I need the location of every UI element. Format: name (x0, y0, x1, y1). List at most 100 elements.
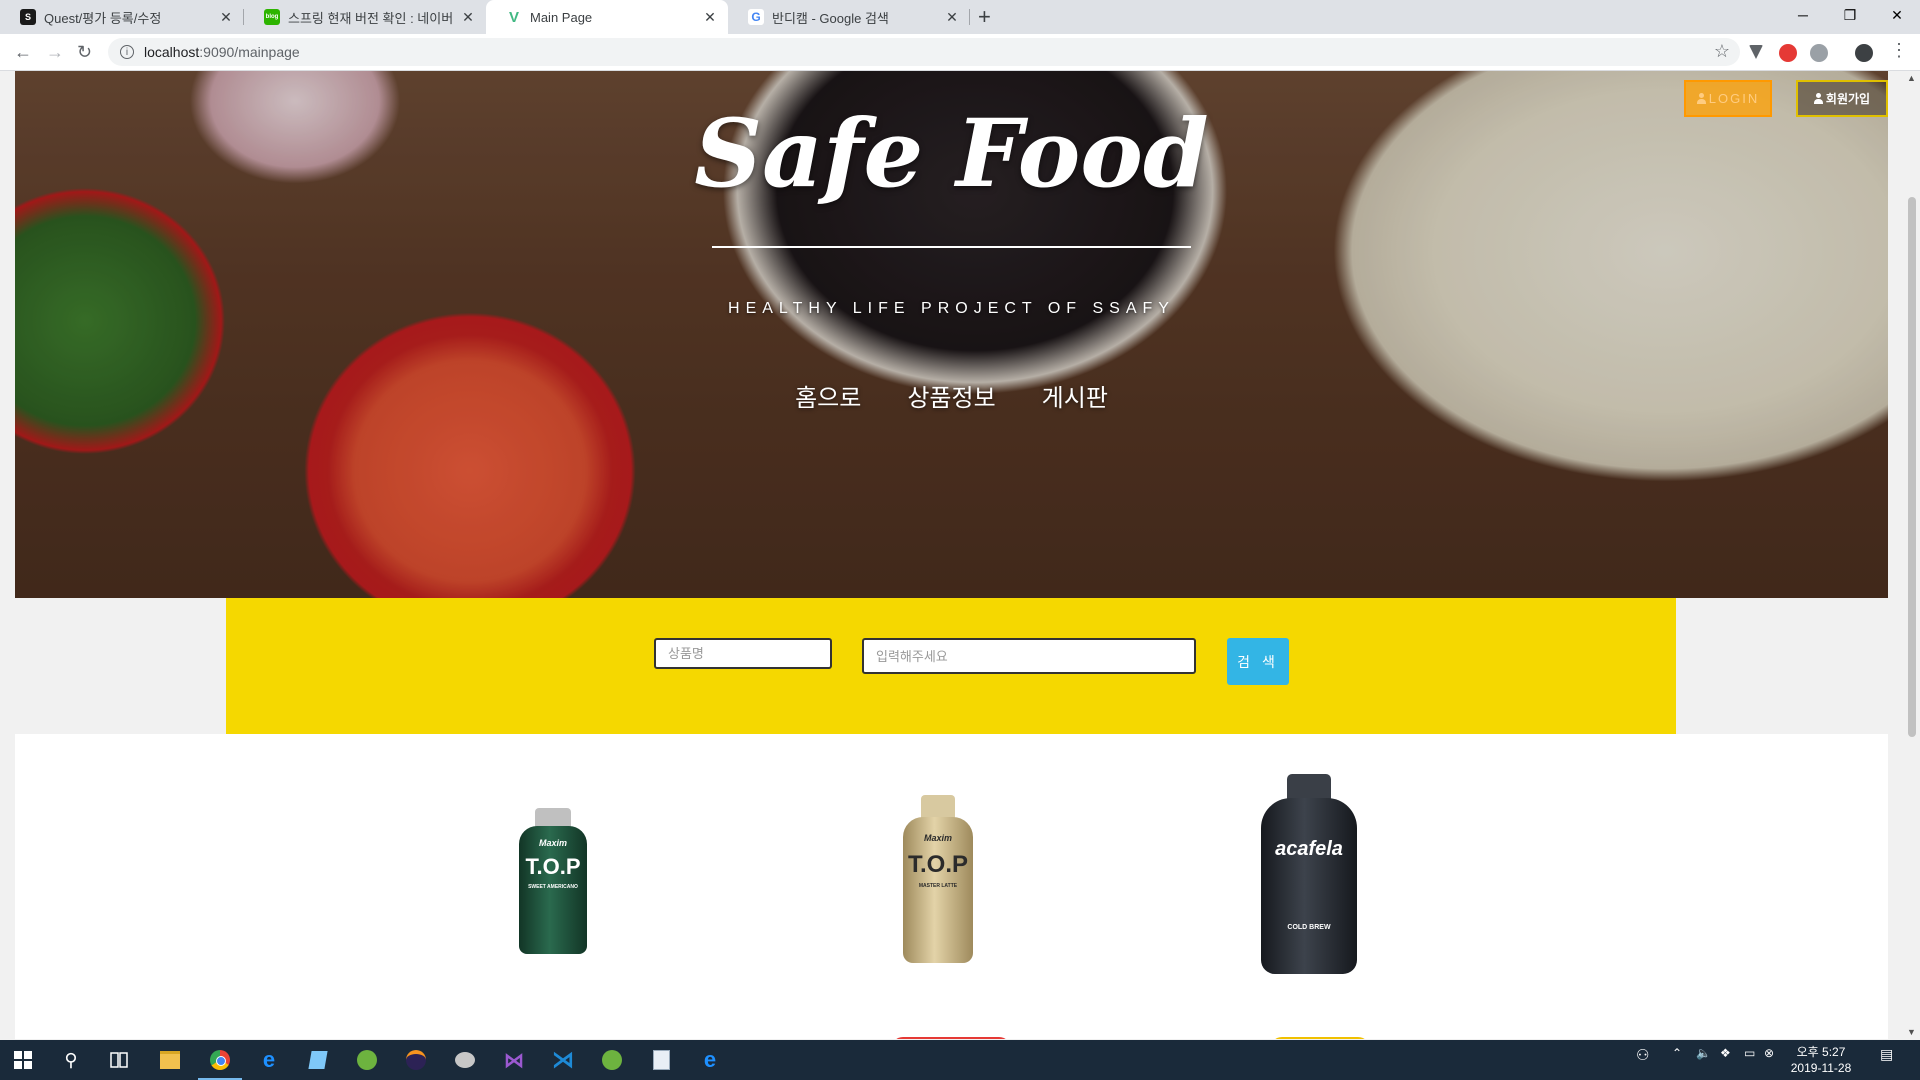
reload-icon[interactable]: ↻ (77, 42, 92, 63)
tab-title: Quest/평가 등록/수정 (44, 10, 162, 26)
product-brand: Maxim (923, 833, 952, 843)
title-divider (712, 246, 1191, 248)
new-tab-button[interactable]: + (978, 4, 991, 30)
chrome-icon[interactable] (205, 1045, 235, 1075)
bottle-cap (1287, 774, 1331, 800)
bottle-cap (921, 795, 955, 819)
user-icon (1813, 93, 1823, 104)
site-title: Safe Food (694, 99, 1209, 209)
product-list: Maxim T.O.P SWEET AMERICANO Maxim T.O.P … (15, 734, 1888, 1039)
paint-icon[interactable] (450, 1045, 480, 1075)
menu-item-board[interactable]: 게시판 (1042, 378, 1108, 413)
forward-arrow-icon[interactable]: → (46, 42, 64, 63)
volume-icon[interactable]: 🔈 (1696, 1046, 1711, 1060)
document-icon[interactable] (646, 1045, 676, 1075)
vue-devtools-icon[interactable] (1749, 45, 1763, 59)
notification-center-icon[interactable]: ▤ (1880, 1046, 1893, 1063)
network-icon[interactable]: ▭ (1744, 1046, 1755, 1060)
task-view-icon[interactable] (104, 1045, 134, 1075)
tab-title: 반디캠 - Google 검색 (772, 10, 889, 26)
login-label: LOGIN (1708, 91, 1760, 106)
scroll-up-arrow-icon[interactable]: ▲ (1907, 73, 1916, 83)
browser-tab-google-search[interactable]: G 반디캠 - Google 검색 ✕ (728, 0, 970, 34)
tab-title: 스프링 현재 버전 확인 : 네이버 (288, 10, 454, 26)
browser-menu-icon[interactable]: ⋮ (1890, 40, 1908, 61)
close-tab-icon[interactable]: ✕ (702, 9, 718, 26)
browser-tab-strip: S Quest/평가 등록/수정 ✕ blog 스프링 현재 버전 확인 : 네… (0, 0, 1920, 34)
scrollbar-thumb[interactable] (1908, 197, 1916, 737)
page-scrollbar[interactable]: ▲ ▼ (1904, 71, 1920, 1039)
product-variant: MASTER LATTE (918, 883, 958, 889)
extension-icon[interactable] (1810, 44, 1828, 62)
product-card[interactable]: Maxim T.O.P SWEET AMERICANO (517, 808, 589, 954)
tab-favicon-icon: S (20, 9, 36, 25)
status-icon[interactable]: ⊗ (1764, 1046, 1774, 1060)
address-bar[interactable]: i localhost :9090/mainpage ☆ (108, 38, 1740, 66)
site-subtitle: HEALTHY LIFE PROJECT OF SSAFY (728, 300, 1175, 317)
profile-avatar-icon[interactable] (1855, 44, 1873, 62)
file-explorer-icon[interactable] (155, 1045, 185, 1075)
next-row-product-peek (891, 1037, 1011, 1039)
page-viewport: Safe Food HEALTHY LIFE PROJECT OF SSAFY … (0, 71, 1904, 1039)
start-button-icon[interactable] (8, 1045, 38, 1075)
product-card[interactable]: Maxim T.O.P MASTER LATTE (903, 795, 973, 963)
close-tab-icon[interactable]: ✕ (218, 9, 234, 26)
notepad-icon[interactable] (303, 1045, 333, 1075)
menu-item-home[interactable]: 홈으로 (795, 378, 861, 413)
browser-tab-naver-blog[interactable]: blog 스프링 현재 버전 확인 : 네이버 ✕ (244, 0, 486, 34)
login-button[interactable]: LOGIN (1684, 80, 1772, 117)
product-brand: Maxim (538, 838, 567, 848)
next-row-product-peek (1270, 1037, 1370, 1039)
edge-icon[interactable]: e (695, 1045, 725, 1075)
signup-label: 회원가입 (1825, 92, 1871, 106)
product-variant: COLD BREW (1287, 924, 1331, 931)
internet-explorer-icon[interactable]: e (254, 1045, 284, 1075)
search-input[interactable] (862, 638, 1196, 674)
browser-toolbar: ← → ↻ i localhost :9090/mainpage ☆ ⋮ (0, 34, 1920, 71)
user-icon (1696, 93, 1706, 104)
taskbar-clock[interactable]: 오후 5:27 2019-11-28 (1778, 1044, 1864, 1076)
close-window-button[interactable]: ✕ (1874, 0, 1920, 30)
browser-tab-quest[interactable]: S Quest/평가 등록/수정 ✕ (0, 0, 244, 34)
tab-favicon-icon: blog (264, 9, 280, 25)
category-input[interactable] (654, 638, 832, 669)
windows-taskbar: ⚲ e ⋈ ⋊ e ⚇ ⌃ 🔈 ❖ ▭ ⊗ 오후 5:27 2019-11-28… (0, 1040, 1920, 1080)
eclipse-icon[interactable] (401, 1045, 431, 1075)
visual-studio-icon[interactable]: ⋈ (499, 1045, 529, 1075)
adblock-icon[interactable] (1779, 44, 1797, 62)
back-arrow-icon[interactable]: ← (14, 42, 32, 63)
spring-tool-suite-icon[interactable] (597, 1045, 627, 1075)
bottle-image: acafela COLD BREW (1261, 798, 1357, 974)
people-icon[interactable]: ⚇ (1636, 1046, 1649, 1064)
product-card[interactable]: acafela COLD BREW (1261, 774, 1357, 974)
spring-tool-suite-icon[interactable] (352, 1045, 382, 1075)
bottle-cap (535, 808, 571, 828)
close-tab-icon[interactable]: ✕ (944, 9, 960, 26)
clock-time: 오후 5:27 (1796, 1045, 1846, 1059)
bookmark-star-icon[interactable]: ☆ (1714, 41, 1730, 62)
clock-date: 2019-11-28 (1790, 1061, 1852, 1075)
dropbox-icon[interactable]: ❖ (1720, 1046, 1731, 1060)
search-icon[interactable]: ⚲ (56, 1045, 86, 1075)
product-name: T.O.P (907, 851, 968, 878)
bottle-image: Maxim T.O.P SWEET AMERICANO (519, 826, 587, 954)
product-variant: SWEET AMERICANO (528, 884, 578, 890)
minimize-button[interactable]: ─ (1780, 0, 1826, 30)
site-info-icon[interactable]: i (120, 45, 134, 59)
tab-title: Main Page (530, 9, 593, 25)
main-menu: 홈으로 상품정보 게시판 (15, 378, 1888, 413)
vscode-icon[interactable]: ⋊ (548, 1045, 578, 1075)
close-tab-icon[interactable]: ✕ (460, 9, 476, 26)
show-hidden-icons-chevron-icon[interactable]: ⌃ (1672, 1046, 1682, 1060)
browser-tab-main-page[interactable]: V Main Page ✕ (486, 0, 728, 34)
signup-button[interactable]: 회원가입 (1796, 80, 1888, 117)
url-path: :9090/mainpage (199, 44, 300, 60)
url-host: localhost (144, 44, 200, 60)
product-name: acafela (1275, 838, 1343, 860)
search-button[interactable]: 검 색 (1227, 638, 1289, 685)
hero-banner: Safe Food HEALTHY LIFE PROJECT OF SSAFY … (15, 71, 1888, 598)
scroll-down-arrow-icon[interactable]: ▼ (1907, 1027, 1916, 1037)
google-favicon-icon: G (748, 9, 764, 25)
maximize-button[interactable]: ❐ (1827, 0, 1873, 30)
menu-item-products[interactable]: 상품정보 (907, 378, 995, 413)
